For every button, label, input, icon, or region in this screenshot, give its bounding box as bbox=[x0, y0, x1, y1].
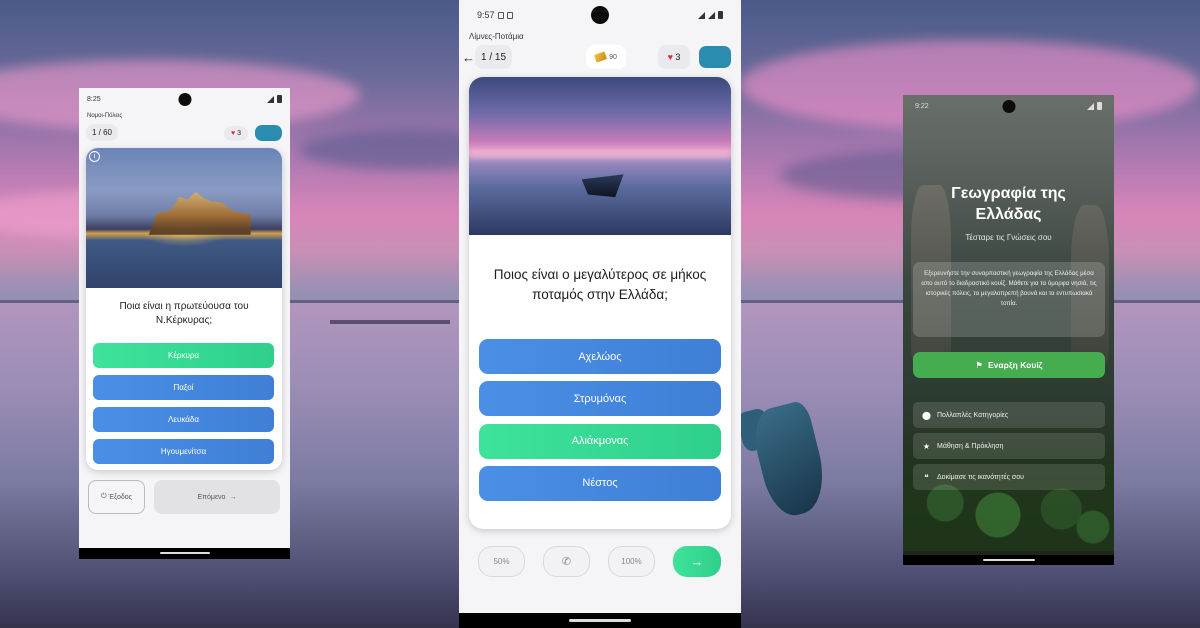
lifelines-bar: 50% ✆ 100% → bbox=[459, 546, 741, 577]
menu-button[interactable] bbox=[699, 46, 731, 68]
status-time: 8:25 bbox=[87, 95, 101, 103]
phone-quiz-cities: 8:25 Νομοι-Πόλεις 1 / 60 ♥ 3 i Ποια είνα… bbox=[79, 88, 290, 559]
home-indicator[interactable] bbox=[569, 619, 631, 622]
feature-label: Δοκίμασε τις ικανότητές σου bbox=[937, 473, 1024, 481]
status-bar: 9:22 bbox=[903, 95, 1114, 117]
start-quiz-button[interactable]: ⚑ Εναρξη Κουίζ bbox=[913, 352, 1105, 378]
question-text: Ποιος είναι ο μεγαλύτερος σε μήκος ποταμ… bbox=[493, 267, 707, 302]
answer-button[interactable]: Ηγουμενίτσα bbox=[93, 439, 274, 464]
feature-label: Πολλαπλές Κατηγορίες bbox=[937, 411, 1009, 419]
coins-badge: 90 bbox=[586, 45, 626, 69]
question-text: Ποια είναι η πρωτεύουσα του Ν.Κέρκυρας; bbox=[119, 301, 249, 326]
signal-icon bbox=[267, 95, 274, 103]
signal-icon bbox=[708, 11, 715, 19]
phone-call-button[interactable]: ✆ bbox=[543, 546, 590, 577]
category-label: Νομοι-Πόλεις bbox=[87, 113, 123, 119]
start-quiz-label: Εναρξη Κουίζ bbox=[988, 360, 1043, 370]
feature-item-skills: ❝ Δοκίμασε τις ικανότητές σου bbox=[913, 464, 1105, 490]
battery-icon bbox=[1097, 102, 1102, 110]
camera-cutout bbox=[178, 93, 191, 106]
location-pin-icon: ⬤ bbox=[922, 410, 931, 420]
star-icon: ★ bbox=[922, 441, 931, 451]
lives-count: 3 bbox=[675, 52, 681, 62]
next-label: Επόμενο bbox=[197, 493, 226, 501]
arrow-right-icon: → bbox=[229, 493, 237, 501]
question-card: Ποιος είναι ο μεγαλύτερος σε μήκος ποταμ… bbox=[469, 77, 731, 529]
answer-button[interactable]: Λευκάδα bbox=[93, 407, 274, 432]
hundred-percent-button[interactable]: 100% bbox=[608, 546, 655, 577]
lives-badge: ♥ 3 bbox=[224, 126, 248, 141]
status-time: 9:57 bbox=[477, 10, 495, 20]
status-icons bbox=[698, 11, 723, 19]
fifty-fifty-button[interactable]: 50% bbox=[478, 546, 525, 577]
phone-quiz-rivers: 9:57 Λίμνες-Ποτάμια ← 1 / 15 90 ♥ 3 Ποιο… bbox=[459, 0, 741, 628]
battery-icon bbox=[277, 95, 282, 103]
answer-button[interactable]: Αλιάκμονας bbox=[479, 423, 721, 459]
answer-button[interactable]: Νέστος bbox=[479, 465, 721, 501]
info-icon[interactable]: i bbox=[89, 151, 100, 162]
exit-label: Έξοδος bbox=[108, 493, 133, 501]
home-indicator[interactable] bbox=[982, 559, 1035, 561]
status-bar: 8:25 bbox=[79, 88, 290, 110]
power-icon: ⏻ bbox=[100, 493, 107, 500]
hundred-label: 100% bbox=[621, 557, 642, 566]
feature-item-categories: ⬤ Πολλαπλές Κατηγορίες bbox=[913, 402, 1105, 428]
fifty-label: 50% bbox=[493, 557, 510, 566]
category-label: Λίμνες-Ποτάμια bbox=[469, 32, 524, 41]
progress-counter: 1 / 60 bbox=[86, 124, 118, 141]
question-image: i bbox=[86, 148, 282, 288]
battery-icon bbox=[718, 11, 723, 19]
progress-counter: 1 / 15 bbox=[475, 45, 512, 69]
answer-button[interactable]: Κέρκυρα bbox=[93, 343, 274, 368]
answer-list: Κέρκυρα Παξοί Λευκάδα Ηγουμενίτσα bbox=[93, 343, 274, 470]
heart-icon: ♥ bbox=[230, 130, 236, 137]
next-button[interactable]: Επόμενο → bbox=[154, 480, 280, 514]
phone-home-screen: 9:22 Γεωγραφία της Ελλάδας Τέσταρε τις Γ… bbox=[903, 95, 1114, 565]
answer-button[interactable]: Στρυμόνας bbox=[479, 381, 721, 417]
camera-cutout bbox=[1002, 100, 1015, 113]
signal-icon bbox=[1087, 102, 1094, 110]
nav-bar bbox=[903, 555, 1114, 565]
question-image bbox=[469, 77, 731, 235]
camera-cutout bbox=[591, 6, 609, 24]
app-title-line2: Ελλάδας bbox=[975, 206, 1042, 223]
answer-button[interactable]: Αχελώος bbox=[479, 339, 721, 374]
home-indicator[interactable] bbox=[159, 552, 210, 554]
flag-icon: ⚑ bbox=[975, 359, 984, 370]
feature-label: Μάθηση & Πρόκληση bbox=[937, 442, 1004, 450]
exit-button[interactable]: ⏻ Έξοδος bbox=[88, 480, 145, 514]
heart-icon: ♥ bbox=[667, 52, 673, 62]
question-card: i Ποια είναι η πρωτεύουσα του Ν.Κέρκυρας… bbox=[86, 148, 282, 470]
notification-icon bbox=[506, 11, 513, 19]
lives-count: 3 bbox=[237, 130, 241, 137]
sim-icon bbox=[497, 11, 504, 19]
nav-bar bbox=[459, 613, 741, 628]
answer-list: Αχελώος Στρυμόνας Αλιάκμονας Νέστος bbox=[479, 339, 721, 508]
menu-button[interactable] bbox=[255, 125, 282, 141]
chat-bubbles-icon: ❝ bbox=[924, 472, 929, 482]
app-subtitle: Τέσταρε τις Γνώσεις σου bbox=[965, 233, 1052, 242]
status-time: 9:22 bbox=[915, 102, 929, 110]
arrow-right-icon: → bbox=[690, 554, 704, 569]
app-title: Γεωγραφία της Ελλάδας bbox=[903, 183, 1114, 225]
coins-count: 90 bbox=[609, 53, 617, 61]
wifi-icon bbox=[698, 11, 705, 19]
gold-bar-icon bbox=[594, 51, 608, 63]
nav-bar bbox=[79, 548, 290, 559]
status-bar: 9:57 bbox=[459, 0, 741, 30]
phone-icon: ✆ bbox=[561, 556, 572, 568]
app-title-line1: Γεωγραφία της bbox=[951, 185, 1066, 202]
status-icons bbox=[267, 95, 282, 103]
answer-button[interactable]: Παξοί bbox=[93, 375, 274, 400]
next-button[interactable]: → bbox=[673, 546, 721, 577]
lives-badge: ♥ 3 bbox=[658, 45, 690, 69]
feature-item-learning: ★ Μάθηση & Πρόκληση bbox=[913, 433, 1105, 459]
description-box: Εξερευνήστε την συναρπαστική γεωγραφία τ… bbox=[913, 262, 1105, 337]
status-icons bbox=[1087, 102, 1102, 110]
back-arrow-icon[interactable]: ← bbox=[462, 50, 475, 65]
